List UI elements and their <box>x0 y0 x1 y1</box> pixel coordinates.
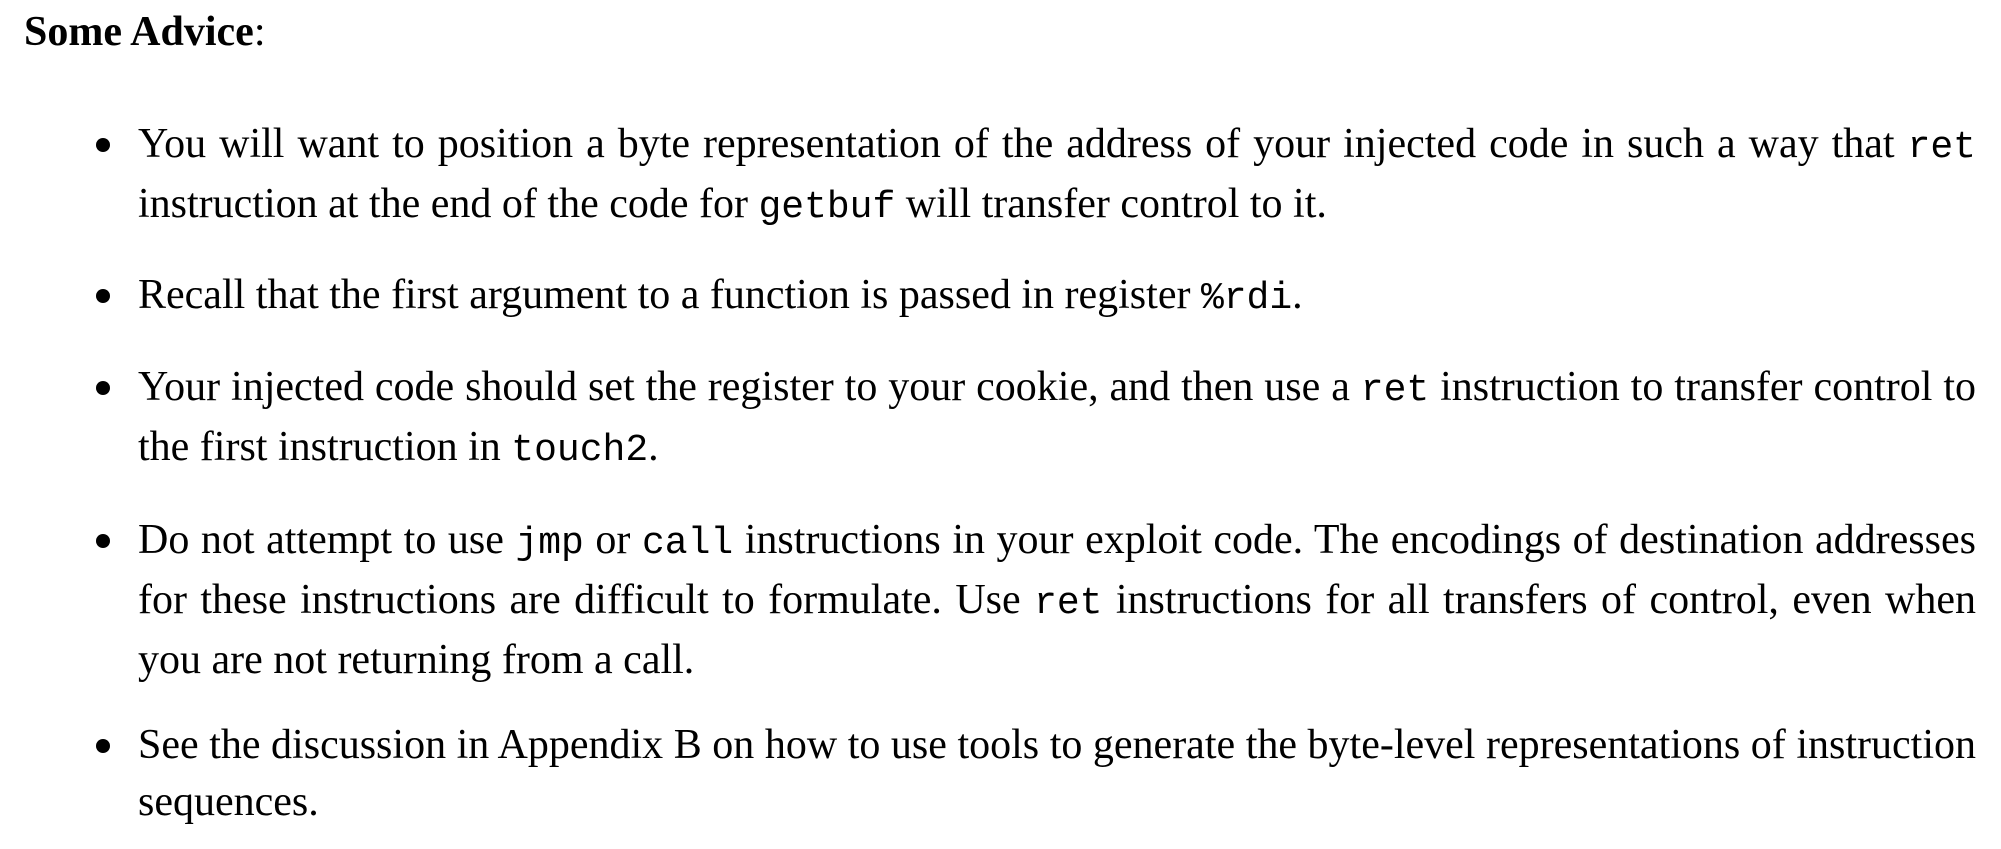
inline-code: ret <box>1360 369 1430 412</box>
bullet-icon <box>96 138 110 152</box>
inline-code: jmp <box>515 522 584 565</box>
list-item: Do not attempt to use jmp or call instru… <box>138 512 1976 689</box>
item-text: Your injected code should set the regist… <box>138 364 1361 410</box>
inline-code: touch2 <box>511 429 649 472</box>
item-text: . <box>1292 272 1303 318</box>
inline-code: call <box>641 522 734 565</box>
item-text: Recall that the first argument to a func… <box>138 272 1201 318</box>
item-text: . <box>648 424 659 470</box>
section-heading: Some Advice: <box>24 6 265 58</box>
list-item: See the discussion in Appendix B on how … <box>138 717 1976 831</box>
inline-code: getbuf <box>758 186 896 229</box>
list-item: Your injected code should set the regist… <box>138 359 1976 479</box>
list-item: Recall that the first argument to a func… <box>138 267 1976 327</box>
item-text: See the discussion in Appendix B on how … <box>138 722 1976 825</box>
bullet-icon <box>96 534 110 548</box>
bullet-icon <box>96 289 110 303</box>
item-text: instruction at the end of the code for <box>138 181 759 227</box>
bullet-icon <box>96 381 110 395</box>
heading-colon: : <box>253 9 266 55</box>
item-text: You will want to position a byte represe… <box>138 121 1908 167</box>
list-item: You will want to position a byte represe… <box>138 116 1976 236</box>
heading-title: Some Advice <box>24 9 254 55</box>
bullet-icon <box>96 739 110 753</box>
item-text: or <box>583 517 642 563</box>
inline-code: %rdi <box>1200 277 1293 320</box>
item-text: Do not attempt to use <box>138 517 516 563</box>
inline-code: ret <box>1907 126 1976 169</box>
inline-code: ret <box>1034 582 1103 625</box>
item-text: will transfer control to it. <box>895 181 1327 227</box>
